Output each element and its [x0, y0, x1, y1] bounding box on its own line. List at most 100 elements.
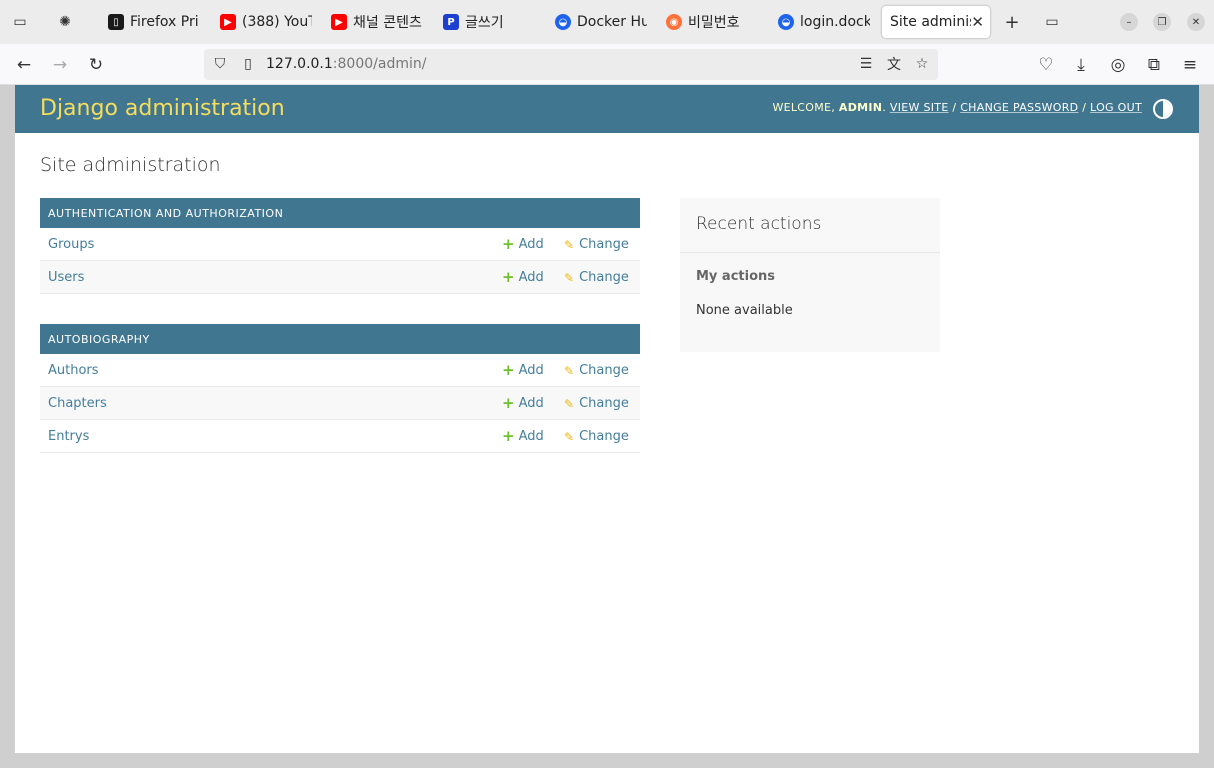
add-users-button[interactable]: + Add	[502, 268, 544, 286]
docker-icon: ◒	[555, 14, 571, 30]
pencil-icon: ✎	[564, 429, 575, 444]
firefox-icon: ◉	[666, 14, 682, 30]
tab-write[interactable]: P 글쓰기	[443, 6, 535, 38]
tab-title: Docker Hu	[577, 14, 647, 30]
terminal-icon: ▯	[108, 14, 124, 30]
my-actions-heading: My actions	[696, 269, 776, 284]
change-users-button[interactable]: ✎ Change	[564, 270, 629, 285]
add-label: Add	[518, 237, 544, 252]
divider	[680, 252, 940, 253]
empty-state-text: None available	[696, 303, 793, 318]
module-caption[interactable]: AUTOBIOGRAPHY	[40, 324, 640, 354]
add-label: Add	[518, 396, 544, 411]
table-row: Authors + Add ✎ Change	[40, 354, 640, 387]
tab-login-docker[interactable]: ◒ login.dock	[778, 6, 870, 38]
username: ADMIN	[838, 101, 883, 114]
site-branding[interactable]: Django administration	[40, 96, 285, 121]
tab-title: Firefox Pri	[130, 14, 199, 30]
close-window-icon[interactable]: ✕	[1187, 13, 1205, 31]
youtube-icon: ▶	[331, 14, 347, 30]
table-row: Groups + Add ✎ Change	[40, 228, 640, 261]
tab-firefox-private[interactable]: ▯ Firefox Pri	[108, 6, 200, 38]
add-label: Add	[518, 270, 544, 285]
plus-icon: +	[502, 361, 515, 379]
view-site-link[interactable]: VIEW SITE	[890, 101, 949, 114]
pencil-icon: ✎	[564, 270, 575, 285]
url-path: :8000/admin/	[332, 56, 427, 72]
add-chapters-button[interactable]: + Add	[502, 394, 544, 412]
download-icon[interactable]: ⤓	[1069, 53, 1093, 77]
minimize-icon[interactable]: –	[1120, 13, 1138, 31]
add-entrys-button[interactable]: + Add	[502, 427, 544, 445]
tab-title: login.dock	[800, 14, 870, 30]
bookmark-star-icon[interactable]: ☆	[912, 54, 932, 74]
docker-icon: ◒	[778, 14, 794, 30]
recent-actions-panel: Recent actions My actions None available	[680, 198, 940, 352]
restore-icon[interactable]: ❐	[1153, 13, 1171, 31]
plus-icon: +	[502, 427, 515, 445]
tab-password[interactable]: ◉ 비밀번호	[666, 6, 758, 38]
add-groups-button[interactable]: + Add	[502, 237, 544, 253]
chatgpt-tab-icon[interactable]: ✺	[54, 11, 76, 33]
tab-docker-hub[interactable]: ◒ Docker Hu	[555, 6, 647, 38]
plus-icon: +	[502, 394, 515, 412]
tab-list-icon[interactable]: ▭	[1041, 11, 1063, 33]
blog-icon: P	[443, 14, 459, 30]
change-password-link[interactable]: CHANGE PASSWORD	[960, 101, 1078, 114]
add-authors-button[interactable]: + Add	[502, 361, 544, 379]
change-chapters-button[interactable]: ✎ Change	[564, 396, 629, 411]
change-label: Change	[579, 429, 629, 444]
pocket-icon[interactable]: ♡	[1034, 53, 1058, 77]
tab-title: 비밀번호	[688, 15, 740, 31]
page-title: Site administration	[40, 154, 221, 176]
change-label: Change	[579, 270, 629, 285]
recent-actions-title: Recent actions	[696, 214, 822, 234]
add-label: Add	[518, 363, 544, 378]
menu-icon[interactable]: ≡	[1178, 53, 1202, 77]
translate-icon[interactable]: 文	[884, 54, 904, 74]
tab-title: Site adminis	[890, 14, 972, 30]
forward-icon[interactable]: →	[48, 53, 72, 77]
firefox-view-icon[interactable]: ▭	[9, 11, 31, 33]
change-groups-button[interactable]: ✎ Change	[564, 237, 629, 252]
module-caption[interactable]: AUTHENTICATION AND AUTHORIZATION	[40, 198, 640, 228]
pencil-icon: ✎	[564, 237, 575, 252]
back-icon[interactable]: ←	[12, 53, 36, 77]
tab-title: (388) YouT	[242, 14, 312, 30]
reload-icon[interactable]: ↻	[84, 53, 108, 77]
plus-icon: +	[502, 268, 515, 286]
tab-youtube[interactable]: ▶ (388) YouT	[220, 6, 312, 38]
tab-title: 채널 콘텐츠	[353, 15, 422, 31]
new-tab-icon[interactable]: +	[1001, 11, 1023, 33]
table-row: Entrys + Add ✎ Change	[40, 420, 640, 453]
close-tab-icon[interactable]: ✕	[971, 13, 984, 31]
model-link-users[interactable]: Users	[48, 270, 84, 285]
url-bar[interactable]: ⛉ ▯ 127.0.0.1:8000/admin/ ☰ 文 ☆	[204, 49, 938, 80]
model-link-groups[interactable]: Groups	[48, 237, 94, 252]
model-link-entrys[interactable]: Entrys	[48, 429, 89, 444]
reader-view-icon[interactable]: ☰	[856, 54, 876, 74]
tab-site-administration[interactable]: Site adminis ✕	[882, 6, 990, 38]
change-authors-button[interactable]: ✎ Change	[564, 363, 629, 378]
pencil-icon: ✎	[564, 363, 575, 378]
extensions-icon[interactable]: ⧉	[1142, 53, 1166, 77]
browser-nav-bar: ← → ↻ ⛉ ▯ 127.0.0.1:8000/admin/ ☰ 文 ☆ ♡ …	[0, 44, 1214, 85]
model-link-authors[interactable]: Authors	[48, 363, 99, 378]
shield-icon[interactable]: ⛉	[210, 54, 230, 74]
page-info-icon[interactable]: ▯	[238, 54, 258, 74]
log-out-link[interactable]: LOG OUT	[1090, 101, 1142, 114]
account-icon[interactable]: ◎	[1106, 53, 1130, 77]
period: .	[882, 101, 890, 114]
module-autobiography: AUTOBIOGRAPHY Authors + Add ✎ Change Chapt…	[40, 324, 640, 453]
tab-channel-content[interactable]: ▶ 채널 콘텐츠	[331, 6, 423, 38]
user-tools: WELCOME, ADMIN. VIEW SITE / CHANGE PASSW…	[772, 101, 1142, 114]
page-viewport: Django administration WELCOME, ADMIN. VI…	[15, 85, 1199, 753]
model-link-chapters[interactable]: Chapters	[48, 396, 107, 411]
table-row: Chapters + Add ✎ Change	[40, 387, 640, 420]
pencil-icon: ✎	[564, 396, 575, 411]
change-label: Change	[579, 363, 629, 378]
change-entrys-button[interactable]: ✎ Change	[564, 429, 629, 444]
theme-toggle-icon[interactable]	[1153, 99, 1173, 119]
url-host: 127.0.0.1	[266, 56, 333, 72]
url-text[interactable]: 127.0.0.1:8000/admin/	[266, 56, 426, 72]
